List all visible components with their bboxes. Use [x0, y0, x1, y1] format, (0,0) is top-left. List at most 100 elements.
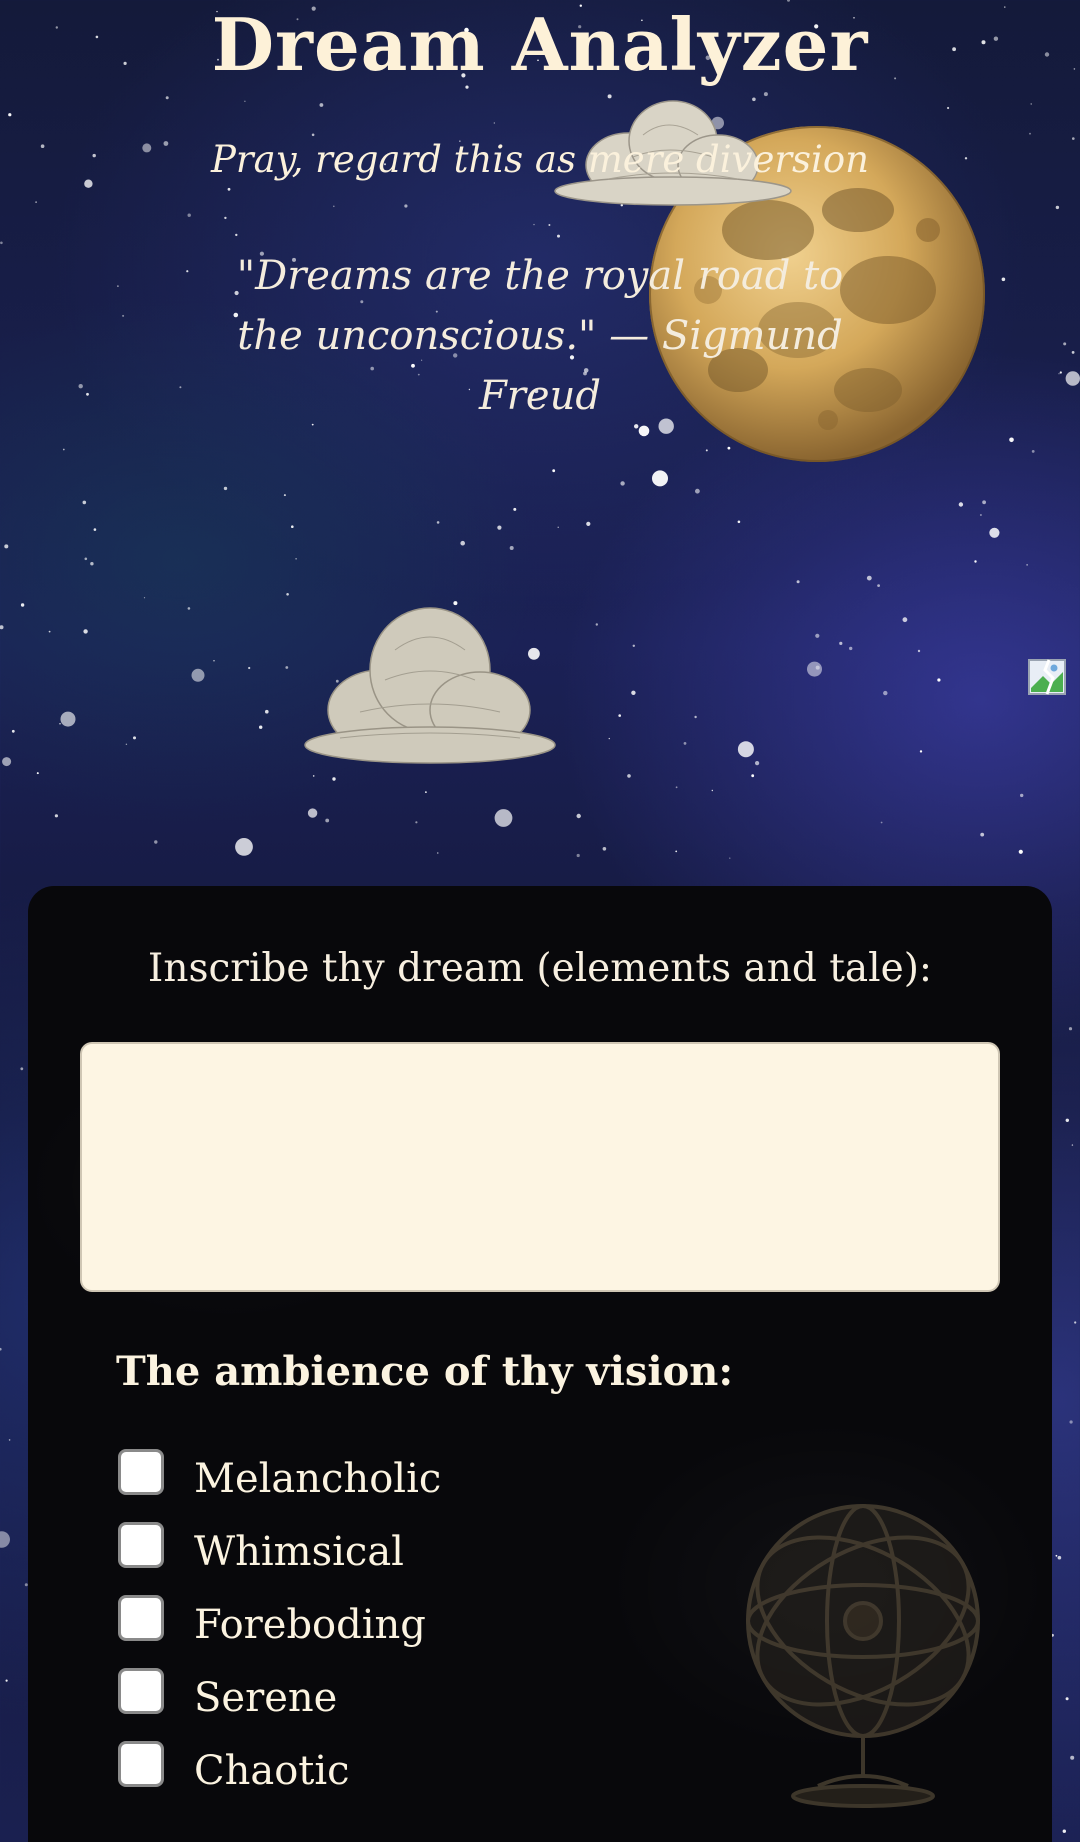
- star: [737, 741, 754, 758]
- freud-quote: "Dreams are the royal road to the uncons…: [236, 253, 844, 419]
- star: [866, 575, 872, 581]
- star: [497, 525, 502, 530]
- star: [1062, 1829, 1067, 1833]
- mood-option-foreboding[interactable]: Foreboding: [118, 1588, 441, 1661]
- star: [552, 469, 556, 473]
- star: [937, 678, 941, 682]
- star: [20, 603, 25, 607]
- star: [1030, 103, 1032, 105]
- star: [729, 857, 731, 859]
- star: [494, 809, 513, 827]
- star: [576, 813, 581, 819]
- star: [1020, 793, 1024, 798]
- star: [0, 1531, 10, 1548]
- star: [974, 560, 977, 563]
- star: [286, 593, 289, 596]
- star: [213, 660, 215, 662]
- star: [60, 711, 76, 727]
- star: [0, 1347, 2, 1351]
- star: [333, 205, 335, 208]
- star: [1063, 342, 1067, 346]
- checkbox[interactable]: [118, 1667, 164, 1714]
- star: [291, 525, 294, 528]
- mood-option-chaotic[interactable]: Chaotic: [118, 1734, 441, 1807]
- star: [54, 814, 59, 818]
- star: [93, 528, 97, 531]
- dream-input-label: Inscribe thy dream (elements and tale):: [147, 946, 933, 991]
- star: [133, 736, 136, 740]
- star: [608, 737, 610, 740]
- checkbox[interactable]: [118, 1521, 164, 1568]
- mood-label: Whimsical: [194, 1528, 404, 1575]
- armillary-sphere-icon: [746, 1504, 980, 1808]
- star: [1069, 1420, 1073, 1424]
- star: [404, 204, 408, 208]
- star: [947, 106, 950, 110]
- star: [849, 646, 853, 651]
- star: [0, 625, 4, 630]
- dream-textarea[interactable]: [80, 1042, 1000, 1292]
- star: [307, 808, 318, 818]
- star: [602, 847, 607, 851]
- star: [325, 818, 330, 823]
- star: [460, 540, 466, 546]
- page-title: Dream Analyzer: [211, 2, 869, 87]
- star: [902, 617, 908, 623]
- star: [332, 777, 336, 781]
- star: [1018, 849, 1023, 854]
- star: [312, 775, 315, 777]
- star: [586, 521, 591, 527]
- mood-option-serene[interactable]: Serene: [118, 1661, 441, 1734]
- broken-image-icon: [1028, 659, 1066, 695]
- star: [4, 544, 9, 549]
- star: [191, 668, 205, 682]
- mood-option-melancholic[interactable]: Melancholic: [118, 1442, 441, 1515]
- star: [11, 729, 15, 733]
- star: [1031, 450, 1035, 453]
- star: [223, 486, 228, 491]
- checkbox[interactable]: [118, 1594, 164, 1641]
- mood-option-whimsical[interactable]: Whimsical: [118, 1515, 441, 1588]
- star: [675, 786, 678, 789]
- mood-label: Foreboding: [194, 1601, 426, 1648]
- star: [839, 641, 843, 646]
- star: [265, 709, 269, 714]
- star: [415, 821, 418, 824]
- mood-label: Melancholic: [194, 1455, 442, 1502]
- checkbox[interactable]: [118, 1448, 164, 1495]
- star: [143, 597, 146, 599]
- star: [1070, 1755, 1075, 1760]
- star: [283, 494, 286, 497]
- star: [694, 715, 697, 719]
- star: [425, 791, 427, 793]
- star: [1071, 1144, 1074, 1146]
- star: [631, 690, 636, 695]
- star: [319, 103, 324, 107]
- star: [1065, 371, 1080, 386]
- star: [84, 557, 88, 561]
- mood-label: Chaotic: [194, 1747, 350, 1794]
- star: [259, 725, 263, 729]
- ambience-heading: The ambience of thy vision:: [116, 1348, 734, 1395]
- star: [78, 384, 83, 389]
- star: [919, 750, 923, 753]
- star: [1055, 1554, 1058, 1557]
- star: [125, 743, 128, 745]
- star: [90, 562, 94, 566]
- star: [1059, 371, 1062, 374]
- star: [186, 270, 189, 273]
- star: [1068, 1027, 1073, 1031]
- star: [751, 774, 755, 778]
- star: [436, 521, 440, 524]
- star: [737, 520, 741, 524]
- star: [979, 514, 982, 516]
- star: [244, 100, 246, 103]
- star: [755, 761, 760, 766]
- star: [36, 772, 39, 775]
- star: [86, 392, 89, 396]
- star: [5, 1679, 8, 1682]
- star: [683, 742, 687, 745]
- star: [675, 850, 678, 853]
- checkbox[interactable]: [118, 1740, 164, 1787]
- dream-form-panel: Inscribe thy dream (elements and tale): …: [28, 886, 1052, 1842]
